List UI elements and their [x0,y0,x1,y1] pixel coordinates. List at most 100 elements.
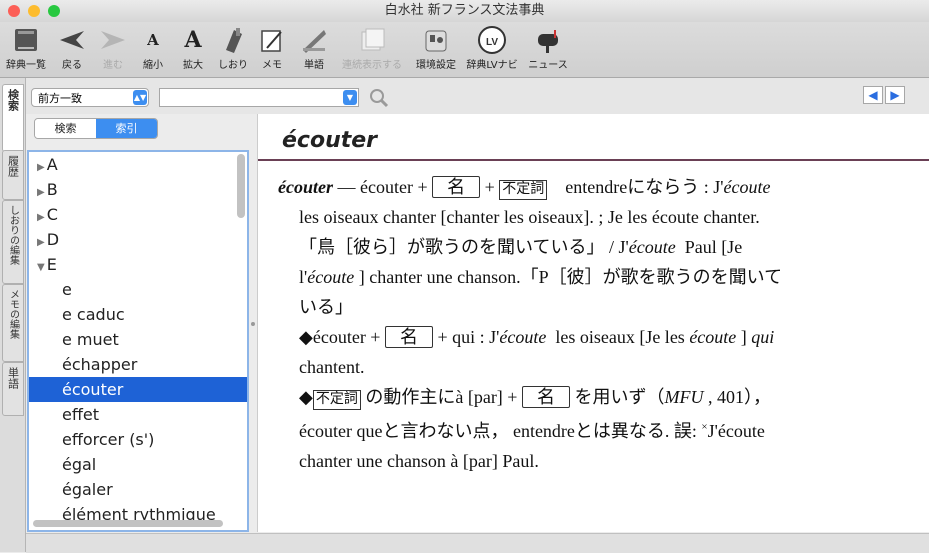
toolbar-button-continuous-display[interactable]: 連続表示する [338,24,406,71]
index-group-c[interactable]: ▶ C [29,202,247,227]
entry-italic: écoute [689,327,737,347]
list-item[interactable]: e caduc [29,302,247,327]
list-item-label: e caduc [62,305,125,324]
toolbar-button-forward[interactable]: 進む [97,24,129,71]
toolbar-button-dictionary-list[interactable]: 辞典一覧 [6,24,46,71]
list-item[interactable]: e muet [29,327,247,352]
entry-text: chanter une chanson à [par] Paul. [299,451,539,471]
close-window-button[interactable] [8,5,20,17]
disclosure-open-icon[interactable]: ▼ [37,262,45,273]
entry-italic: écoute [307,267,355,287]
font-larger-icon: A [184,27,202,53]
tab-history[interactable]: 履歴 [2,150,24,200]
infinitive-box: 不定詞 [499,180,548,200]
list-item[interactable]: échapper [29,352,247,377]
tab-search[interactable]: 検索 [2,84,24,152]
list-item-label: D [46,230,60,249]
bookmark-icon [226,28,242,53]
index-group-a[interactable]: ▶ A [29,152,247,177]
svg-text:LV: LV [486,37,498,48]
entry-text: を用いず（ [574,387,665,407]
settings-icon [425,30,447,52]
toolbar-button-lv-navi[interactable]: LV 辞典LVナビ [465,24,519,71]
split-handle[interactable] [251,322,255,326]
list-item-label: écouter [62,380,124,399]
chevron-down-icon[interactable]: ▼ [343,90,357,105]
continuous-display-icon [361,28,385,51]
list-item-label: effet [62,405,99,424]
lv-navi-icon: LV [478,26,506,54]
disclosure-closed-icon[interactable]: ▶ [37,212,45,223]
search-icon[interactable] [368,87,390,109]
tab-bookmark-edit[interactable]: しおりの編集 [2,200,24,284]
entry-text: 「鳥［彼ら］が歌うのを聞いている」 / [299,237,614,257]
entry-text: + qui : [437,327,485,347]
right-arrow-icon: ▶ [890,88,900,102]
disclosure-closed-icon[interactable]: ▶ [37,162,45,173]
headword-divider [258,159,929,161]
entry-text: ] [740,327,747,347]
entry-text: J' [618,237,629,257]
index-list[interactable]: ▶ A ▶ B ▶ C ▶ D ▼ Ee e caduc e muet échapper écouter e… [27,150,249,532]
list-item[interactable]: effet [29,402,247,427]
zoom-window-button[interactable] [48,5,60,17]
diamond-icon: ◆ [299,327,313,347]
status-bar [26,533,929,553]
toolbar-button-back[interactable]: 戻る [56,24,88,71]
horizontal-scrollbar[interactable] [33,520,223,527]
seg-index[interactable]: 索引 [96,119,157,138]
entry-text: ] chanter une chanson.「P［彼］が歌を歌うのを聞いて [358,267,783,287]
seg-search[interactable]: 検索 [35,119,96,138]
toolbar-button-news[interactable]: ニュース [525,24,571,71]
noun-box: 名 [384,326,433,348]
toolbar-button-word[interactable]: 単語 [296,24,332,71]
list-item[interactable]: égal [29,452,247,477]
entry-headword: écouter [282,128,378,153]
entry-view: écouter écouter — écouter + 名 + 不定詞 ente… [257,114,929,532]
list-item[interactable]: efforcer (s') [29,427,247,452]
toolbar-button-preferences[interactable]: 環境設定 [413,24,459,71]
list-item[interactable]: écouter [29,377,247,402]
entry-italic: MFU [664,387,704,407]
toolbar: 辞典一覧 戻る 進む A 縮小 A 拡大 しおり メモ 単語 連続表示する 環境… [0,22,929,78]
noun-box: 名 [521,386,570,408]
toolbar-button-memo[interactable]: メモ [256,24,288,71]
prev-entry-button[interactable]: ◀ [863,86,883,104]
next-entry-button[interactable]: ▶ [885,86,905,104]
toolbar-button-shrink[interactable]: A 縮小 [137,24,169,71]
list-item-label: e muet [62,330,119,349]
list-item-label: e [62,280,72,299]
vertical-scrollbar[interactable] [237,154,245,218]
index-group-b[interactable]: ▶ B [29,177,247,202]
chevron-updown-icon: ▲▼ [133,90,147,105]
list-item[interactable]: égaler [29,477,247,502]
index-group-e[interactable]: ▼ E [29,252,247,277]
entry-text: , 401）， [707,387,771,407]
search-bar: 前方一致 ▲▼ ▼ [26,78,929,114]
toolbar-button-enlarge[interactable]: A 拡大 [177,24,209,71]
list-item[interactable]: e [29,277,247,302]
tab-words[interactable]: 単語 [2,362,24,416]
tab-memo-edit[interactable]: メモの編集 [2,284,24,362]
list-item-label: B [46,180,58,199]
infinitive-box: 不定詞 [312,390,361,410]
entry-text: + [484,177,495,197]
entry-text: Paul [Je [684,237,743,257]
entry-text: chantent. [299,357,365,377]
toolbar-button-bookmark[interactable]: しおり [215,24,251,71]
entry-text: les oiseaux chanter [chanter les oiseaux… [299,207,760,227]
index-group-d[interactable]: ▶ D [29,227,247,252]
entry-text: entendreにならう : [565,177,709,197]
entry-text: les oiseaux [Je les [555,327,685,347]
window-title: 白水社 新フランス文法事典 [384,3,545,18]
font-smaller-icon: A [147,31,159,49]
entry-text: いる」 [299,297,353,317]
search-input[interactable]: ▼ [159,88,359,107]
search-mode-select[interactable]: 前方一致 ▲▼ [31,88,149,107]
entry-text: の動作主にà [par] + [365,387,518,407]
minimize-window-button[interactable] [28,5,40,17]
disclosure-closed-icon[interactable]: ▶ [37,237,45,248]
disclosure-closed-icon[interactable]: ▶ [37,187,45,198]
list-item-label: échapper [62,355,138,374]
list-item-label: égal [62,455,97,474]
